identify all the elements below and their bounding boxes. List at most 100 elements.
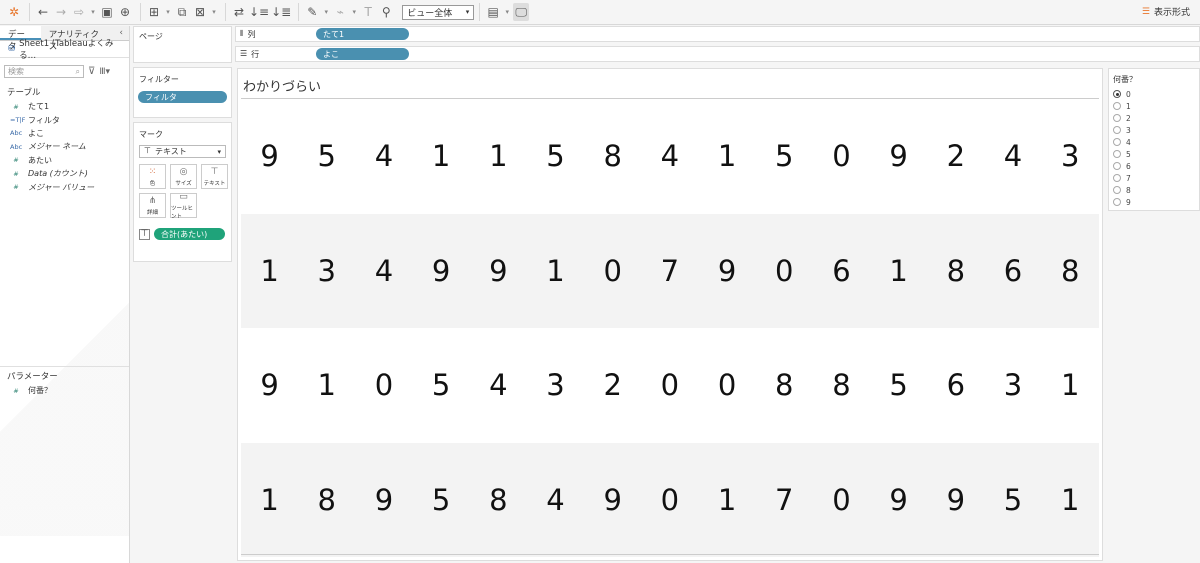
filter-pill[interactable]: フィルタ	[138, 91, 227, 103]
table-cell[interactable]: 8	[470, 483, 527, 517]
view-options-icon[interactable]: Ⅲ▾	[99, 67, 110, 77]
table-cell[interactable]: 5	[984, 483, 1041, 517]
table-cell[interactable]: 9	[927, 483, 984, 517]
table-cell[interactable]: 6	[813, 254, 870, 288]
table-cell[interactable]: 7	[641, 254, 698, 288]
radio-button[interactable]	[1113, 114, 1121, 122]
table-cell[interactable]: 5	[527, 139, 584, 173]
group-icon[interactable]: ⌁	[332, 3, 348, 21]
parameter-option[interactable]: 5	[1109, 148, 1199, 160]
field-item[interactable]: # あたい	[0, 154, 129, 167]
new-sheet-icon[interactable]: ⊞	[146, 3, 162, 21]
highlight-icon[interactable]: ✎	[304, 3, 320, 21]
text-button[interactable]: ⊤ テキスト	[201, 164, 228, 189]
parameter-option[interactable]: 2	[1109, 112, 1199, 124]
presentation-icon[interactable]: 🖵	[513, 3, 530, 21]
parameter-option[interactable]: 8	[1109, 184, 1199, 196]
size-button[interactable]: ◎ サイズ	[170, 164, 197, 189]
table-cell[interactable]: 8	[756, 368, 813, 402]
radio-button[interactable]	[1113, 198, 1121, 206]
table-cell[interactable]: 4	[355, 139, 412, 173]
table-cell[interactable]: 8	[1042, 254, 1099, 288]
table-cell[interactable]: 6	[984, 254, 1041, 288]
pages-card[interactable]: ページ	[133, 26, 232, 63]
table-cell[interactable]: 5	[870, 368, 927, 402]
pin-icon[interactable]: ⚲	[378, 3, 394, 21]
radio-button[interactable]	[1113, 150, 1121, 158]
filter-icon[interactable]: ⊽	[88, 66, 95, 77]
table-cell[interactable]: 1	[241, 483, 298, 517]
table-cell[interactable]: 1	[870, 254, 927, 288]
table-cell[interactable]: 1	[1042, 368, 1099, 402]
parameter-option[interactable]: 6	[1109, 160, 1199, 172]
table-cell[interactable]: 0	[641, 368, 698, 402]
table-cell[interactable]: 9	[699, 254, 756, 288]
rows-shelf[interactable]: ☰ 行 よこ	[235, 46, 1200, 62]
replay-icon[interactable]: ⇨	[71, 3, 87, 21]
table-cell[interactable]: 9	[470, 254, 527, 288]
tooltip-button[interactable]: ▭ ツールヒント	[170, 192, 197, 220]
table-cell[interactable]: 5	[413, 483, 470, 517]
radio-button[interactable]	[1113, 174, 1121, 182]
clear-sheet-icon[interactable]: ⊠	[192, 3, 208, 21]
table-cell[interactable]: 0	[699, 368, 756, 402]
datasource-item[interactable]: ⛁ Sheet1 (Tableauよくみる…	[0, 39, 129, 61]
table-cell[interactable]: 1	[699, 139, 756, 173]
field-item[interactable]: # たて1	[0, 100, 129, 113]
labels-icon[interactable]: T	[360, 3, 376, 21]
table-cell[interactable]: 8	[813, 368, 870, 402]
table-cell[interactable]: 1	[298, 368, 355, 402]
table-cell[interactable]: 1	[527, 254, 584, 288]
parameter-option[interactable]: 3	[1109, 124, 1199, 136]
table-cell[interactable]: 3	[984, 368, 1041, 402]
table-cell[interactable]: 9	[241, 368, 298, 402]
table-cell[interactable]: 2	[584, 368, 641, 402]
show-me-button[interactable]: ☰ 表示形式	[1142, 5, 1190, 19]
table-cell[interactable]: 0	[813, 483, 870, 517]
replay-dropdown-icon[interactable]: ▾	[89, 3, 97, 21]
field-item[interactable]: Abc よこ	[0, 127, 129, 140]
save-icon[interactable]: ▣	[99, 3, 115, 21]
table-cell[interactable]: 4	[355, 254, 412, 288]
mark-type-select[interactable]: ⊤ テキスト ▾	[139, 145, 226, 158]
radio-button[interactable]	[1113, 90, 1121, 98]
parameter-option[interactable]: 0	[1109, 88, 1199, 100]
table-cell[interactable]: 5	[756, 139, 813, 173]
parameter-item[interactable]: # 何番？	[0, 384, 129, 397]
table-cell[interactable]: 1	[241, 254, 298, 288]
field-item[interactable]: # Data (カウント)	[0, 167, 129, 180]
table-cell[interactable]: 9	[355, 483, 412, 517]
radio-button[interactable]	[1113, 138, 1121, 146]
search-input[interactable]: 検索 ⌕	[4, 65, 84, 78]
table-cell[interactable]: 3	[1042, 139, 1099, 173]
table-cell[interactable]: 0	[355, 368, 412, 402]
table-cell[interactable]: 9	[584, 483, 641, 517]
field-item[interactable]: Abc メジャー ネーム	[0, 140, 129, 153]
new-sheet-dropdown-icon[interactable]: ▾	[164, 3, 172, 21]
table-cell[interactable]: 1	[699, 483, 756, 517]
radio-button[interactable]	[1113, 102, 1121, 110]
sort-ascending-icon[interactable]: ↓≡	[249, 3, 269, 21]
table-cell[interactable]: 5	[413, 368, 470, 402]
radio-button[interactable]	[1113, 186, 1121, 194]
clear-dropdown-icon[interactable]: ▾	[210, 3, 218, 21]
table-cell[interactable]: 4	[527, 483, 584, 517]
table-cell[interactable]: 9	[241, 139, 298, 173]
table-cell[interactable]: 8	[584, 139, 641, 173]
table-cell[interactable]: 0	[756, 254, 813, 288]
table-cell[interactable]: 4	[984, 139, 1041, 173]
table-cell[interactable]: 3	[298, 254, 355, 288]
table-cell[interactable]: 1	[470, 139, 527, 173]
redo-icon[interactable]: →	[53, 3, 69, 21]
detail-button[interactable]: ⋔ 詳細	[139, 193, 166, 218]
table-cell[interactable]: 8	[298, 483, 355, 517]
table-cell[interactable]: 0	[813, 139, 870, 173]
columns-pill[interactable]: たて1	[316, 28, 409, 40]
table-cell[interactable]: 4	[470, 368, 527, 402]
table-cell[interactable]: 7	[756, 483, 813, 517]
highlight-dropdown-icon[interactable]: ▾	[322, 3, 330, 21]
table-cell[interactable]: 6	[927, 368, 984, 402]
field-item[interactable]: =T|F フィルタ	[0, 113, 129, 126]
swap-icon[interactable]: ⇄	[231, 3, 247, 21]
table-cell[interactable]: 4	[641, 139, 698, 173]
